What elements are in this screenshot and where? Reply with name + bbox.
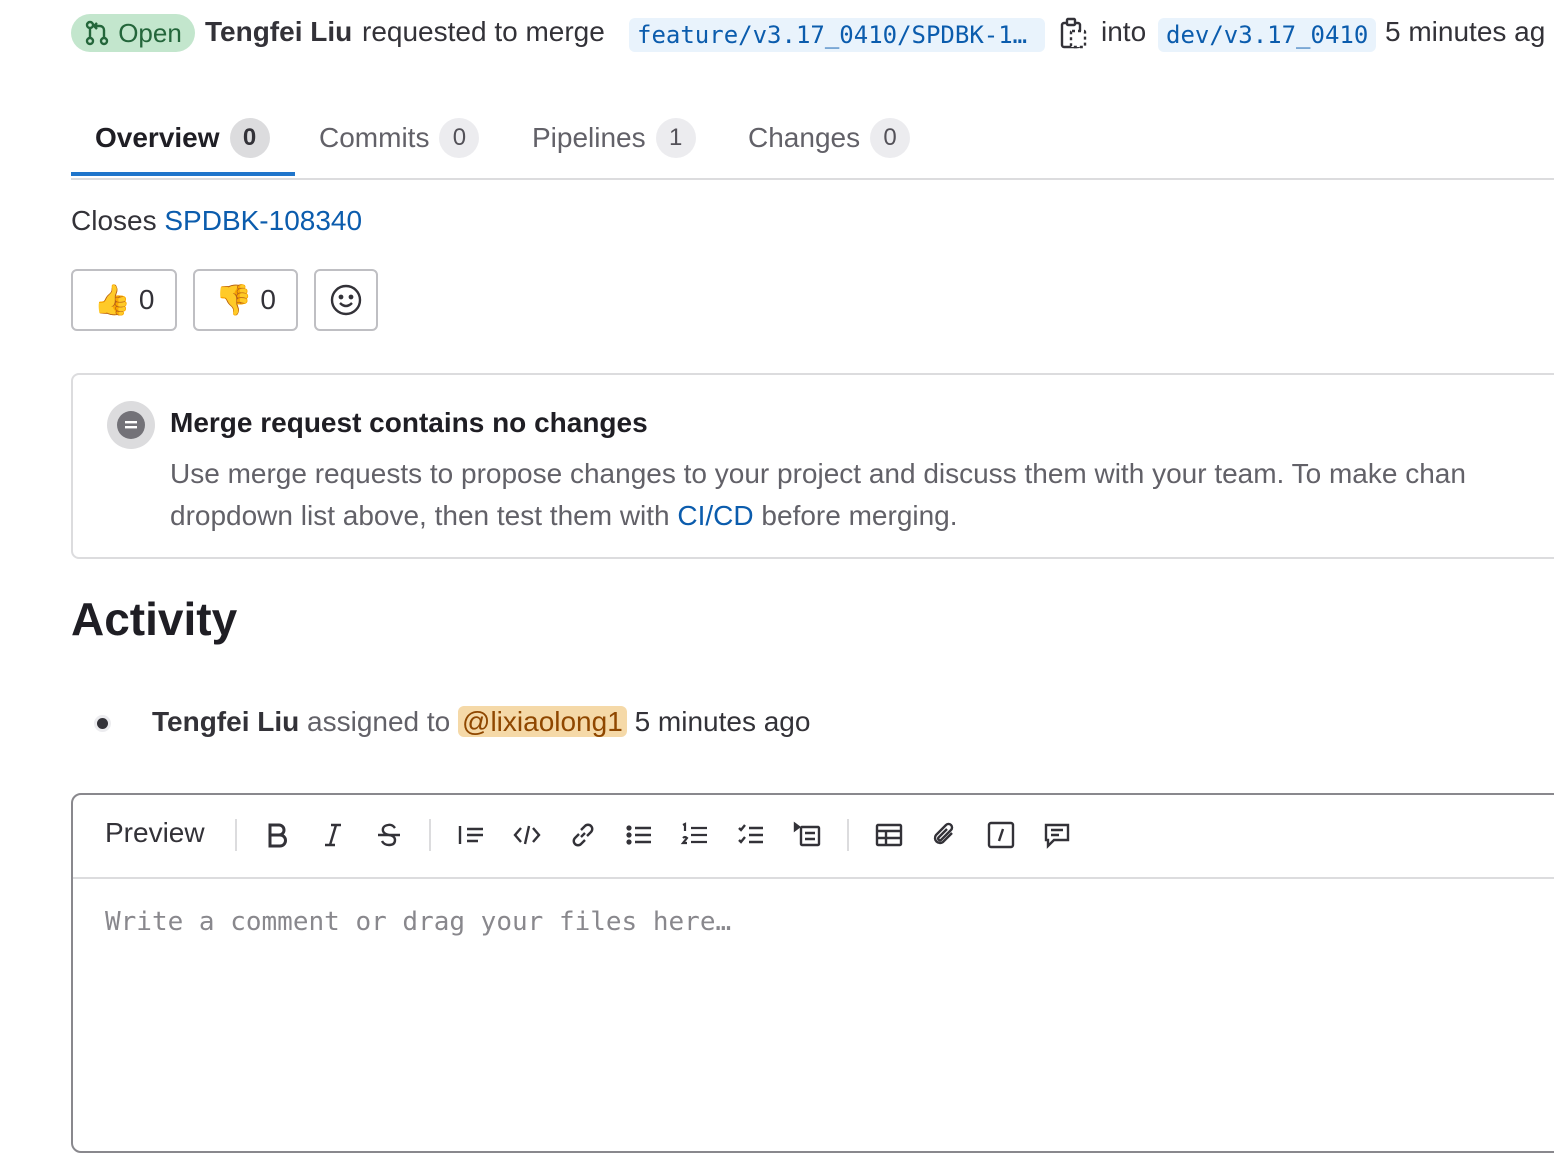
numbered-list-button[interactable] xyxy=(675,815,715,855)
comment-editor: Preview xyxy=(71,793,1554,1153)
bullet-list-icon xyxy=(626,825,651,845)
toolbar-divider xyxy=(235,819,237,851)
tab-count: 0 xyxy=(870,118,911,158)
tab-bar: Overview 0 Commits 0 Pipelines 1 Changes… xyxy=(71,100,1554,180)
blockquote-button[interactable] xyxy=(451,815,491,855)
thumbs-up-count: 0 xyxy=(138,284,155,315)
tab-count: 0 xyxy=(229,118,270,158)
target-branch[interactable]: dev/v3.17_0410 xyxy=(1158,18,1376,52)
bullet-list-button[interactable] xyxy=(619,815,659,855)
alert-title: Merge request contains no changes xyxy=(170,407,648,438)
add-reaction-button[interactable] xyxy=(314,269,378,331)
tab-commits[interactable]: Commits 0 xyxy=(319,100,480,176)
activity-heading: Activity xyxy=(71,593,238,645)
editor-toolbar: Preview xyxy=(73,795,1554,879)
thumbs-down-count: 0 xyxy=(260,284,276,315)
tab-label: Changes xyxy=(748,122,861,153)
table-button[interactable] xyxy=(869,815,909,855)
alert-line-2-text: dropdown list above, then test them with xyxy=(170,500,670,531)
alert-line-1: Use merge requests to propose changes to… xyxy=(170,458,1466,489)
attach-file-button[interactable] xyxy=(925,815,965,855)
into-text: into xyxy=(1101,16,1147,47)
alert-body: Use merge requests to propose changes to… xyxy=(170,453,1554,537)
status-neutral-icon xyxy=(107,401,155,449)
action-text: requested to merge xyxy=(362,16,605,47)
task-list-icon xyxy=(738,824,763,844)
no-changes-alert: Merge request contains no changes Use me… xyxy=(71,373,1554,559)
bold-button[interactable] xyxy=(257,815,297,855)
quick-actions-button[interactable] xyxy=(981,815,1021,855)
created-time: 5 minutes ag xyxy=(1385,16,1546,47)
italic-button[interactable] xyxy=(313,815,353,855)
merge-request-header: Open Tengfei Liu requested to merge feat… xyxy=(0,12,1554,56)
task-list-button[interactable] xyxy=(731,815,771,855)
activity-author[interactable]: Tengfei Liu xyxy=(152,706,299,737)
preview-button[interactable]: Preview xyxy=(105,817,205,849)
status-badge: Open xyxy=(71,14,195,52)
copy-branch-icon[interactable] xyxy=(1058,17,1088,51)
link-icon xyxy=(572,823,594,847)
issue-link[interactable]: SPDBK-108340 xyxy=(164,205,362,236)
active-tab-indicator xyxy=(71,172,295,176)
tab-label: Pipelines xyxy=(532,122,646,153)
quote-icon xyxy=(458,826,483,844)
thumbs-down-icon: 👎 xyxy=(215,283,253,317)
slash-command-icon xyxy=(987,821,1015,849)
tab-changes[interactable]: Changes 0 xyxy=(748,100,911,176)
code-icon xyxy=(513,825,541,845)
paperclip-icon xyxy=(933,822,954,845)
thumbs-up-button[interactable]: 👍 0 xyxy=(71,269,177,331)
user-mention[interactable]: @lixiaolong1 xyxy=(458,706,627,737)
author-name[interactable]: Tengfei Liu xyxy=(205,16,352,48)
smiley-icon xyxy=(330,284,362,316)
italic-icon xyxy=(325,823,341,847)
alert-line-2: dropdown list above, then test them with… xyxy=(170,495,1554,537)
activity-time: 5 minutes ago xyxy=(634,706,811,737)
tab-pipelines[interactable]: Pipelines 1 xyxy=(532,100,696,176)
ci-cd-link[interactable]: CI/CD xyxy=(677,500,753,531)
link-button[interactable] xyxy=(563,815,603,855)
timeline-dot xyxy=(97,718,108,729)
description: Closes SPDBK-108340 xyxy=(71,205,362,237)
toolbar-divider xyxy=(847,819,849,851)
tab-label: Overview xyxy=(95,122,220,153)
comment-templates-button[interactable] xyxy=(1037,815,1077,855)
closes-text: Closes xyxy=(71,205,157,236)
thumbs-down-button[interactable]: 👎 0 xyxy=(193,269,298,331)
tab-count: 1 xyxy=(655,118,696,158)
comment-template-icon xyxy=(1044,823,1070,849)
activity-action: assigned to xyxy=(307,706,451,737)
tab-label: Commits xyxy=(319,122,430,153)
tab-count: 0 xyxy=(439,118,480,158)
thumbs-up-icon: 👍 xyxy=(93,283,131,317)
strikethrough-icon xyxy=(378,823,400,847)
source-branch[interactable]: feature/v3.17_0410/SPDBK-1… xyxy=(629,18,1045,52)
numbered-list-icon xyxy=(680,822,707,845)
comment-input[interactable] xyxy=(105,907,1505,1107)
collapsible-button[interactable] xyxy=(787,815,827,855)
collapsible-icon xyxy=(793,821,821,847)
activity-item: Tengfei Liu assigned to @lixiaolong1 5 m… xyxy=(152,706,810,738)
toolbar-divider xyxy=(429,819,431,851)
tab-overview[interactable]: Overview 0 xyxy=(95,100,270,176)
bold-icon xyxy=(268,823,287,848)
status-label: Open xyxy=(118,17,182,48)
strikethrough-button[interactable] xyxy=(369,815,409,855)
merge-request-icon xyxy=(85,20,109,46)
alert-line-2-end: before merging. xyxy=(761,500,958,531)
code-button[interactable] xyxy=(507,815,547,855)
table-icon xyxy=(875,823,903,847)
